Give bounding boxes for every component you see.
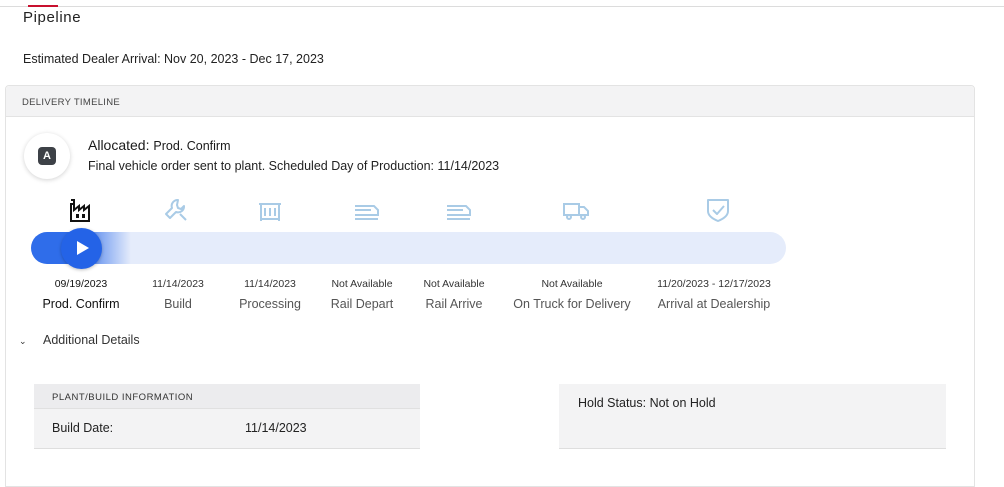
plant-build-panel: PLANT/BUILD INFORMATION Build Date: 11/1… bbox=[34, 384, 420, 449]
build-date-value: 11/14/2023 bbox=[245, 421, 307, 435]
stage-label-arrival: Arrival at Dealership bbox=[657, 297, 771, 311]
hold-status: Hold Status: Not on Hold bbox=[578, 396, 716, 410]
active-tab-indicator bbox=[28, 5, 58, 7]
processing-icon bbox=[256, 196, 284, 224]
rail-depart-icon bbox=[353, 196, 381, 224]
stage-date-arrival: 11/20/2023 - 12/17/2023 bbox=[657, 278, 771, 290]
status-badge-letter: A bbox=[38, 147, 56, 165]
build-date-label: Build Date: bbox=[52, 421, 114, 435]
wrench-icon bbox=[162, 196, 190, 224]
delivery-timeline-card: DELIVERY TIMELINE A Allocated: Prod. Con… bbox=[5, 85, 975, 487]
additional-details-label: Additional Details bbox=[43, 333, 140, 347]
hold-status-panel: Hold Status: Not on Hold bbox=[559, 384, 946, 449]
plant-build-header: PLANT/BUILD INFORMATION bbox=[34, 384, 420, 409]
factory-icon bbox=[67, 196, 95, 224]
card-header-title: DELIVERY TIMELINE bbox=[22, 97, 121, 108]
shield-check-icon bbox=[704, 196, 732, 224]
estimated-arrival: Estimated Dealer Arrival: Nov 20, 2023 -… bbox=[23, 52, 324, 66]
status-badge: A bbox=[24, 133, 70, 179]
rail-arrive-icon bbox=[445, 196, 473, 224]
top-divider bbox=[0, 6, 1004, 7]
stage-date-on-truck: Not Available bbox=[541, 278, 603, 290]
status-line: Allocated: Prod. Confirm bbox=[88, 137, 230, 153]
progress-track bbox=[31, 232, 786, 264]
stage-label-on-truck: On Truck for Delivery bbox=[513, 297, 631, 311]
status-description: Final vehicle order sent to plant. Sched… bbox=[88, 159, 500, 173]
plant-build-header-title: PLANT/BUILD INFORMATION bbox=[52, 392, 194, 403]
additional-details-toggle[interactable]: ⌄ Additional Details bbox=[19, 333, 140, 347]
truck-icon bbox=[562, 196, 590, 224]
chevron-down-icon: ⌄ bbox=[19, 336, 27, 346]
card-header: DELIVERY TIMELINE bbox=[6, 86, 974, 117]
page-title: Pipeline bbox=[23, 9, 82, 26]
status-value: Prod. Confirm bbox=[153, 139, 231, 153]
progress-play-knob[interactable] bbox=[61, 228, 102, 269]
status-label: Allocated: bbox=[88, 137, 150, 153]
